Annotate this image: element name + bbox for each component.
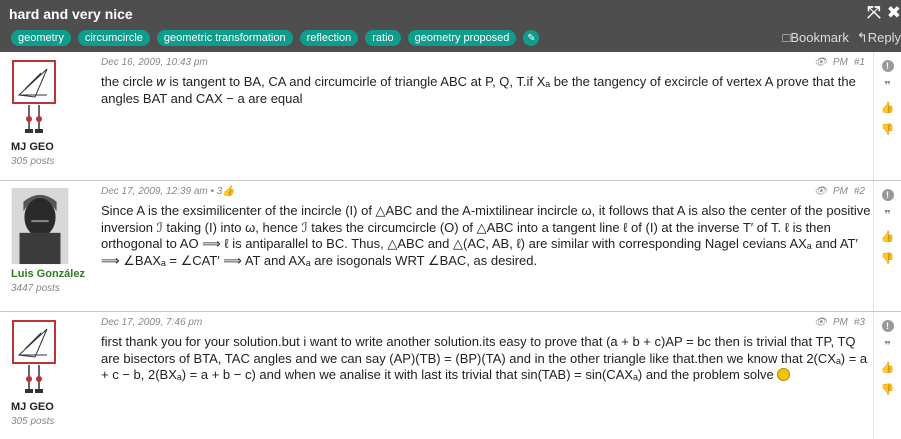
author-post-count: 3447 posts: [11, 283, 60, 294]
tag-list: geometry circumcircle geometric transfor…: [11, 30, 540, 46]
post-side-actions: ! ❞ 👍 👎: [873, 181, 901, 311]
like-icon[interactable]: 👍: [881, 100, 895, 116]
post-author: MJ GEO 305 posts: [11, 319, 91, 427]
tag-circumcircle[interactable]: circumcircle: [77, 30, 150, 46]
like-icon[interactable]: 👍: [881, 360, 895, 376]
post-3: MJ GEO 305 posts Dec 17, 2009, 7:46 pm 👁…: [0, 312, 901, 439]
post-date: Dec 17, 2009, 7:46 pm: [101, 317, 203, 328]
post-tools: 👁 PM #2: [814, 186, 865, 197]
tag-reflection[interactable]: reflection: [299, 30, 359, 46]
pm-link[interactable]: PM: [833, 317, 848, 328]
post-2: Luis González 3447 posts Dec 17, 2009, 1…: [0, 181, 901, 312]
topic-title: hard and very nice: [9, 6, 133, 22]
author-post-count: 305 posts: [11, 416, 55, 427]
smile-emoji-icon: [777, 368, 791, 381]
dislike-icon[interactable]: 👎: [881, 382, 895, 398]
post-author: Luis González 3447 posts: [11, 188, 91, 294]
tag-geometry[interactable]: geometry: [11, 30, 71, 46]
avatar[interactable]: [11, 188, 69, 266]
quote-icon[interactable]: ❞: [884, 78, 890, 94]
post-number[interactable]: #1: [854, 57, 865, 68]
post-text: first thank you for your solution.but i …: [101, 334, 868, 382]
dislike-icon[interactable]: 👎: [881, 251, 895, 267]
close-icon[interactable]: ✖: [887, 3, 901, 23]
view-icon[interactable]: 👁: [814, 317, 827, 328]
avatar[interactable]: [11, 319, 69, 399]
expand-icon[interactable]: ⤧: [867, 3, 881, 23]
quote-icon[interactable]: ❞: [884, 338, 890, 354]
post-number[interactable]: #3: [854, 317, 865, 328]
pm-link[interactable]: PM: [833, 57, 848, 68]
post-side-actions: ! ❞ 👍 👎: [873, 312, 901, 439]
report-icon[interactable]: !: [881, 320, 894, 332]
post-date: Dec 17, 2009, 12:39 am • 3👍: [101, 186, 235, 197]
pm-link[interactable]: PM: [833, 186, 848, 197]
post-side-actions: ! ❞ 👍 👎: [873, 52, 901, 180]
post-1: MJ GEO 305 posts Dec 16, 2009, 10:43 pm …: [0, 52, 901, 181]
avatar[interactable]: [11, 59, 69, 139]
pencil-icon[interactable]: ✎: [523, 30, 540, 46]
tag-geometric-transformation[interactable]: geometric transformation: [156, 30, 293, 46]
report-icon[interactable]: !: [881, 189, 894, 201]
author-name[interactable]: Luis González: [11, 268, 91, 280]
post-tools: 👁 PM #3: [814, 317, 865, 328]
post-body: first thank you for your solution.but i …: [101, 334, 871, 384]
post-number[interactable]: #2: [854, 186, 865, 197]
dislike-icon[interactable]: 👎: [881, 122, 895, 138]
post-tools: 👁 PM #1: [814, 57, 865, 68]
view-icon[interactable]: 👁: [814, 57, 827, 68]
report-icon[interactable]: !: [881, 60, 894, 72]
reply-button[interactable]: ↰Reply: [857, 30, 901, 46]
window-controls: ⤧ ✖: [867, 3, 901, 23]
tag-ratio[interactable]: ratio: [365, 30, 401, 46]
author-name[interactable]: MJ GEO: [11, 141, 91, 153]
quote-icon[interactable]: ❞: [884, 207, 890, 223]
bookmark-button[interactable]: □Bookmark: [782, 30, 848, 46]
view-icon[interactable]: 👁: [814, 186, 827, 197]
topic-actions: □Bookmark ↰Reply: [782, 30, 901, 46]
post-author: MJ GEO 305 posts: [11, 59, 91, 167]
topic-header: hard and very nice ⤧ ✖ geometry circumci…: [0, 0, 901, 52]
tag-geometry-proposed[interactable]: geometry proposed: [407, 30, 517, 46]
post-body: Since A is the exsimilicenter of the inc…: [101, 203, 871, 268]
post-body: the circle 𝑤 is tangent to BA, CA and ci…: [101, 74, 856, 106]
author-name[interactable]: MJ GEO: [11, 401, 91, 413]
author-post-count: 305 posts: [11, 156, 55, 167]
like-icon[interactable]: 👍: [881, 229, 895, 245]
post-date: Dec 16, 2009, 10:43 pm: [101, 57, 208, 68]
